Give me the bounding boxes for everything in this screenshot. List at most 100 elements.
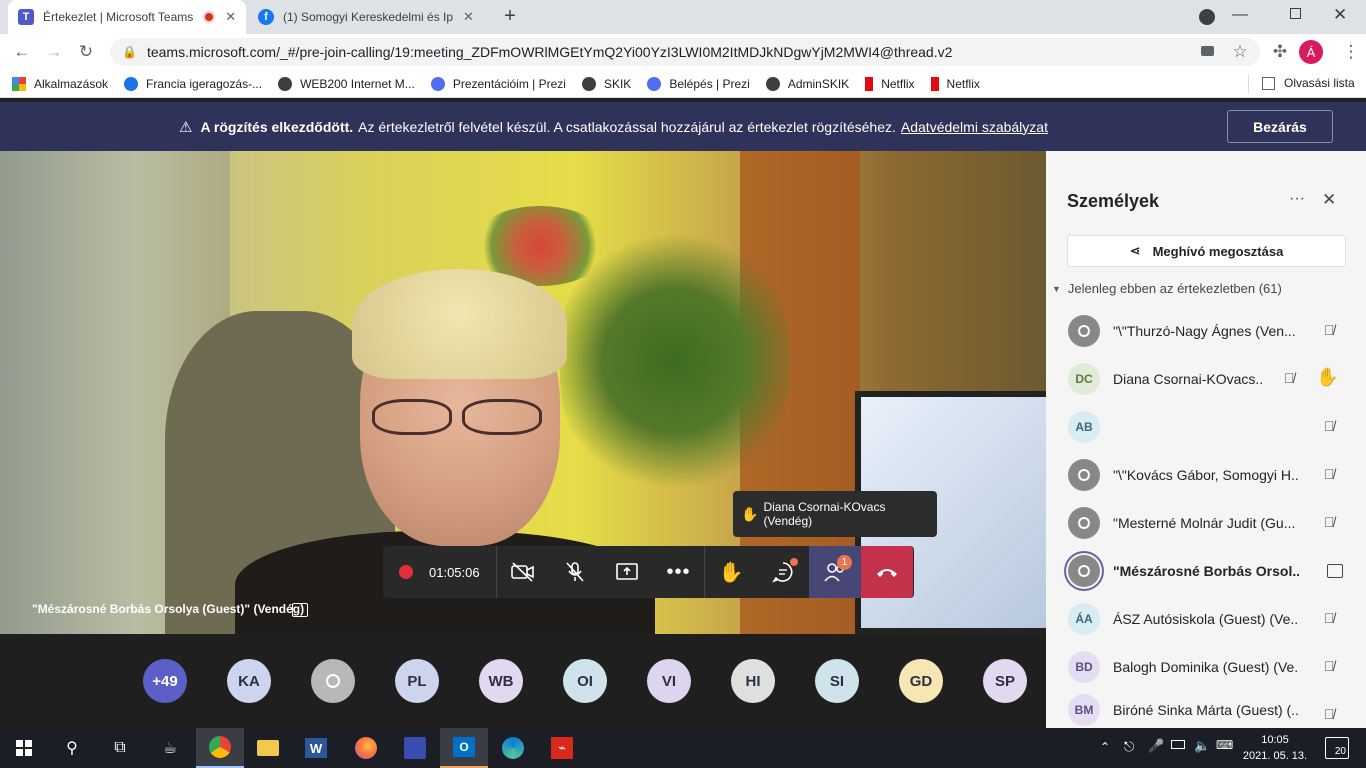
new-tab-icon[interactable]: + <box>498 5 522 29</box>
file-explorer-button[interactable] <box>244 728 292 768</box>
camera-icon[interactable] <box>1201 46 1214 56</box>
close-window-icon[interactable]: ✕ <box>1333 5 1347 25</box>
glasses-right <box>462 399 542 435</box>
participant-row[interactable]: BM Biróné Sinka Márta (Guest) (... 🎙̸ <box>1046 691 1366 728</box>
bookmark-star-icon[interactable]: ☆ <box>1226 38 1254 66</box>
volume-icon[interactable]: 🔈 <box>1194 738 1210 754</box>
edge-button[interactable] <box>489 728 537 768</box>
share-screen-button[interactable] <box>601 546 653 598</box>
bookmark-apps[interactable]: Alkalmazások <box>12 76 109 91</box>
camera-off-button[interactable] <box>497 546 549 598</box>
minimize-icon[interactable]: — <box>1232 6 1248 24</box>
bookmark-item[interactable]: Netflix <box>930 76 980 91</box>
close-banner-button[interactable]: Bezárás <box>1227 110 1333 143</box>
start-button[interactable] <box>0 728 48 768</box>
tab-teams[interactable]: T Értekezlet | Microsoft Teams ✕ <box>8 0 246 34</box>
participant-row[interactable]: DC Diana Csornai-KOvacs... 🎙̸ ✋ <box>1046 355 1366 403</box>
participant-avatar[interactable]: VI <box>647 659 691 703</box>
bookmark-item[interactable]: Netflix <box>865 76 915 91</box>
restore-icon[interactable] <box>1290 8 1301 19</box>
person-icon <box>1078 325 1090 337</box>
menu-icon[interactable]: ⋮ <box>1337 38 1365 66</box>
contact-card-icon[interactable] <box>292 603 308 617</box>
participant-avatar[interactable]: GD <box>899 659 943 703</box>
outlook-button[interactable]: O <box>440 728 488 768</box>
bookmark-item[interactable]: Belépés | Prezi <box>647 76 750 91</box>
reload-icon[interactable]: ↻ <box>72 38 100 66</box>
back-icon[interactable]: ← <box>8 38 36 66</box>
netflix-icon <box>865 76 874 91</box>
participant-row[interactable]: "\"Thurzó-Nagy Ágnes (Ven... 🎙̸ <box>1046 307 1366 355</box>
teams-icon: T <box>18 9 34 25</box>
participant-row[interactable]: AB 🎙̸ <box>1046 403 1366 451</box>
word-button[interactable]: W <box>292 728 340 768</box>
section-label: Jelenleg ebben az értekezletben (61) <box>1067 281 1282 296</box>
participant-avatar[interactable]: KA <box>227 659 271 703</box>
acrobat-button[interactable]: ⌁ <box>538 728 586 768</box>
language-icon[interactable]: ⌨ <box>1216 738 1233 752</box>
bookmark-label: Alkalmazások <box>34 76 109 91</box>
panel-close-icon[interactable]: ✕ <box>1322 190 1336 210</box>
tab-search-icon[interactable] <box>1199 9 1215 25</box>
chevron-up-icon[interactable]: ⌃ <box>1100 740 1110 754</box>
participant-avatar[interactable]: SI <box>815 659 859 703</box>
more-participants-avatar[interactable]: +49 <box>143 659 187 703</box>
share-invite-button[interactable]: ⋖ Meghívó megosztása <box>1067 235 1346 267</box>
bookmark-item[interactable]: AdminSKIK <box>765 76 850 91</box>
raise-hand-button[interactable]: ✋ <box>705 546 757 598</box>
task-view-icon[interactable]: ⧉ <box>96 728 144 768</box>
address-bar[interactable]: 🔒 teams.microsoft.com/_#/pre-join-callin… <box>110 38 1260 66</box>
tab-title: (1) Somogyi Kereskedelmi és Ipar <box>283 10 453 24</box>
tab-facebook[interactable]: f (1) Somogyi Kereskedelmi és Ipar ✕ <box>248 0 488 34</box>
section-header[interactable]: ▼ Jelenleg ebben az értekezletben (61) <box>1052 281 1282 296</box>
participant-row[interactable]: "Mesterné Molnár Judit (Gu... 🎙̸ <box>1046 499 1366 547</box>
close-tab-icon[interactable]: ✕ <box>225 9 236 25</box>
mic-off-button[interactable] <box>549 546 601 598</box>
firefox-button[interactable] <box>342 728 390 768</box>
hang-up-button[interactable] <box>861 546 913 598</box>
chevron-down-icon: ▼ <box>1052 283 1061 294</box>
bookmark-item[interactable]: Prezentációim | Prezi <box>430 76 566 91</box>
participant-avatar[interactable]: HI <box>731 659 775 703</box>
participant-avatar[interactable]: SP <box>983 659 1027 703</box>
extensions-icon[interactable]: ✣ <box>1266 38 1294 66</box>
bookmark-item[interactable]: Francia igeragozás-... <box>124 76 262 91</box>
clock[interactable]: 10:05 2021. 05. 13. <box>1238 732 1312 764</box>
url-text: teams.microsoft.com/_#/pre-join-calling/… <box>146 44 953 60</box>
battery-icon[interactable] <box>1171 740 1185 749</box>
participant-row[interactable]: BD Balogh Dominika (Guest) (Ve... 🎙̸ <box>1046 643 1366 691</box>
prezi-icon <box>430 76 445 91</box>
bookmark-item[interactable]: SKIK <box>581 76 631 91</box>
edge-icon <box>502 737 524 759</box>
more-actions-button[interactable]: ••• <box>653 546 705 598</box>
app-icon[interactable]: ☕ <box>146 728 194 768</box>
close-tab-icon[interactable]: ✕ <box>463 9 474 25</box>
participant-avatar[interactable] <box>311 659 355 703</box>
participant-row-speaking[interactable]: "Mészárosné Borbás Orsol... <box>1046 547 1366 595</box>
search-icon[interactable]: ⚲ <box>48 728 96 768</box>
call-controls: 01:05:06 ••• ✋ 1 <box>383 546 914 598</box>
profile-avatar[interactable]: Á <box>1299 40 1323 64</box>
bookmark-item[interactable]: WEB200 Internet M... <box>278 76 415 91</box>
privacy-link[interactable]: Adatvédelmi szabályzat <box>901 119 1048 135</box>
bookmark-label: AdminSKIK <box>787 76 850 91</box>
mic-off-icon: 🎙̸ <box>1324 610 1335 626</box>
participant-avatar[interactable]: OI <box>563 659 607 703</box>
participant-row[interactable]: "\"Kovács Gábor, Somogyi H... 🎙̸ <box>1046 451 1366 499</box>
participant-avatar[interactable]: WB <box>479 659 523 703</box>
reading-list[interactable]: Olvasási lista <box>1262 76 1355 90</box>
forward-icon[interactable]: → <box>40 38 68 66</box>
raised-hand-icon: ✋ <box>1316 367 1339 387</box>
participant-avatar[interactable]: PL <box>395 659 439 703</box>
panel-more-icon[interactable]: ··· <box>1289 190 1305 208</box>
participants-button[interactable]: 1 <box>809 546 861 598</box>
save-button[interactable] <box>391 728 439 768</box>
tray-icon[interactable]: ⎋ <box>1124 739 1134 755</box>
notification-center-icon[interactable]: 20 <box>1325 737 1349 759</box>
microphone-icon[interactable]: 🎤 <box>1148 738 1164 754</box>
chat-button[interactable] <box>757 546 809 598</box>
participant-row[interactable]: ÁA ÁSZ Autósiskola (Guest) (Ve... 🎙̸ <box>1046 595 1366 643</box>
chrome-taskbar-button[interactable] <box>196 728 244 768</box>
firefox-icon <box>355 737 377 759</box>
netflix-icon <box>930 76 939 91</box>
